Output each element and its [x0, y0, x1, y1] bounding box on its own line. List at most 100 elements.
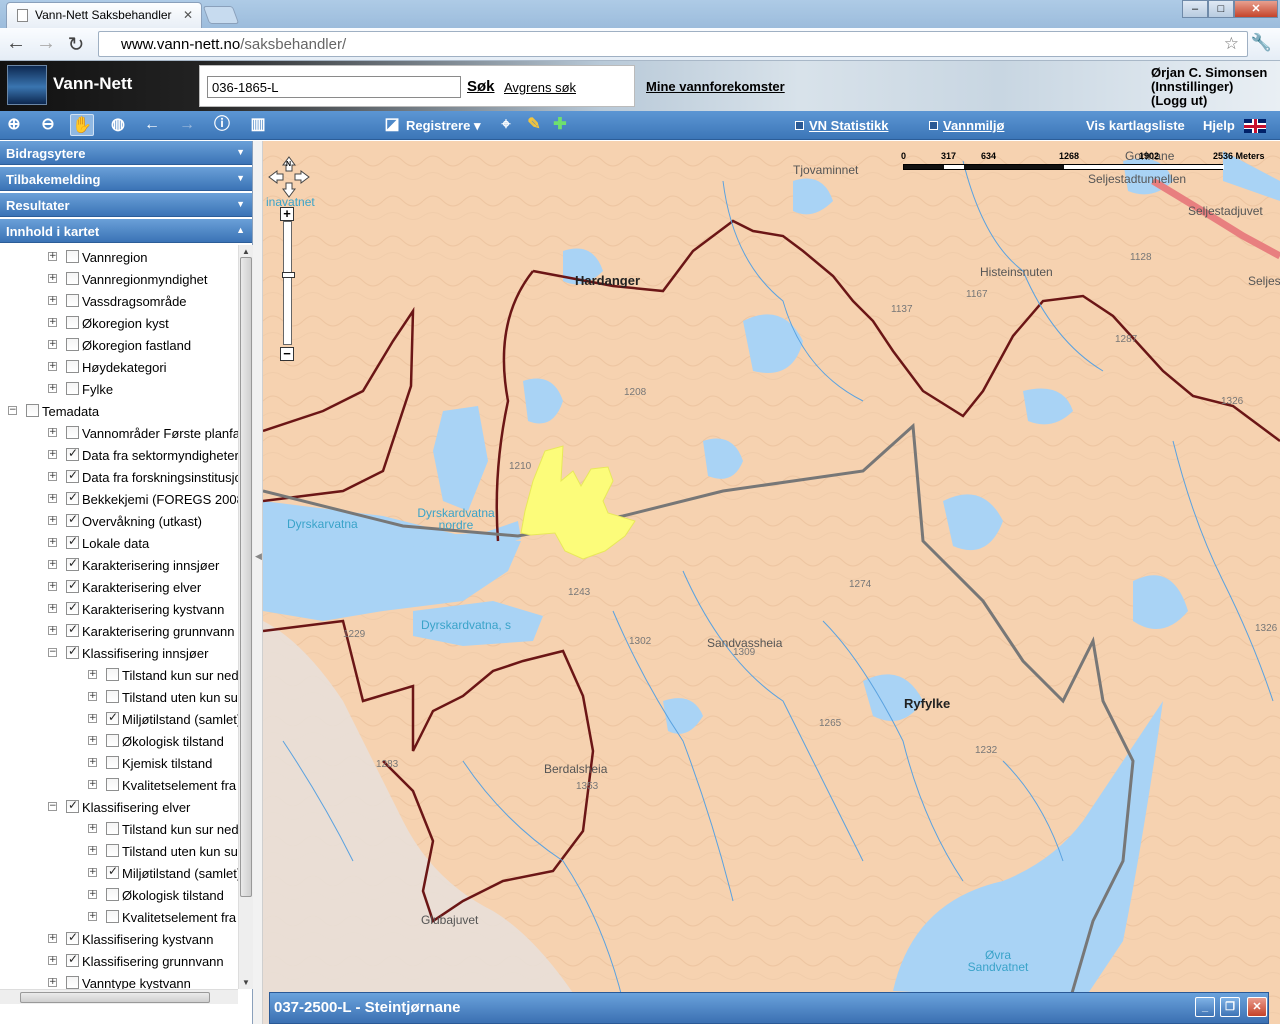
tree-node[interactable]: + Overvåkning (utkast)	[0, 511, 238, 533]
refine-search-link[interactable]: Avgrens søk	[504, 80, 576, 95]
expand-icon[interactable]: +	[48, 626, 57, 635]
expand-icon[interactable]: +	[48, 582, 57, 591]
expand-icon[interactable]: +	[88, 736, 97, 745]
layer-checkbox[interactable]	[106, 910, 119, 923]
expand-icon[interactable]: +	[48, 978, 57, 987]
panel-header[interactable]: Innhold i kartet ▲	[0, 219, 252, 243]
pan-arrows-icon[interactable]: N	[267, 155, 311, 199]
tree-node[interactable]: + Data fra forskningsinstitusjoner	[0, 467, 238, 489]
layer-checkbox[interactable]	[66, 294, 79, 307]
address-bar[interactable]: www.vann-nett.no/saksbehandler/ ☆	[98, 31, 1248, 57]
expand-icon[interactable]: +	[88, 692, 97, 701]
layer-checkbox[interactable]	[66, 490, 79, 505]
help-link[interactable]: Hjelp	[1203, 118, 1235, 133]
tree-node[interactable]: + Vannregionmyndighet	[0, 269, 238, 291]
layer-checkbox[interactable]	[66, 272, 79, 285]
expand-icon[interactable]: +	[88, 912, 97, 921]
tab-close-icon[interactable]: ✕	[183, 8, 193, 22]
settings-link[interactable]: (Innstillinger)	[1151, 80, 1267, 94]
layer-checkbox[interactable]	[66, 556, 79, 571]
tree-node[interactable]: + Kvalitetselement fra	[0, 907, 238, 929]
layer-checkbox[interactable]	[66, 338, 79, 351]
english-flag-icon[interactable]	[1244, 119, 1266, 133]
previous-extent-icon[interactable]: ←	[140, 114, 164, 136]
tree-node[interactable]: + Lokale data	[0, 533, 238, 555]
expand-icon[interactable]: +	[48, 450, 57, 459]
tree-node[interactable]: + Økologisk tilstand	[0, 731, 238, 753]
layer-checkbox[interactable]	[66, 644, 79, 659]
expand-icon[interactable]: +	[88, 846, 97, 855]
expand-icon[interactable]: +	[88, 890, 97, 899]
zoom-out-icon[interactable]: ⊖	[36, 114, 60, 136]
new-tab-button[interactable]	[202, 6, 240, 24]
expand-icon[interactable]: +	[48, 318, 57, 327]
expand-icon[interactable]: +	[48, 384, 57, 393]
panel-splitter[interactable]: ◀	[253, 141, 263, 1024]
expand-icon[interactable]: +	[88, 868, 97, 877]
layer-checkbox[interactable]	[66, 622, 79, 637]
zoom-rail[interactable]	[282, 221, 295, 345]
tree-node[interactable]: + Klassifisering kystvann	[0, 929, 238, 951]
layer-checkbox[interactable]	[66, 426, 79, 439]
search-button[interactable]: Søk	[467, 78, 495, 95]
reload-icon[interactable]: ↻	[64, 32, 88, 57]
tree-node[interactable]: + Kvalitetselement fra	[0, 775, 238, 797]
layer-tree-horizontal-scrollbar[interactable]	[0, 989, 238, 1004]
tree-node[interactable]: + Klassifisering grunnvann	[0, 951, 238, 973]
tree-node[interactable]: − Temadata	[0, 401, 238, 423]
tree-node[interactable]: + Data fra sektormyndigheter	[0, 445, 238, 467]
vn-statistics-link[interactable]: VN Statistikk	[795, 118, 888, 133]
expand-icon[interactable]: +	[48, 252, 57, 261]
minimize-button[interactable]: –	[1182, 0, 1208, 18]
tree-node[interactable]: + Økoregion kyst	[0, 313, 238, 335]
tree-node[interactable]: + Karakterisering elver	[0, 577, 238, 599]
logout-link[interactable]: (Logg ut)	[1151, 94, 1267, 108]
zoom-slider[interactable]: + −	[280, 207, 296, 361]
tree-node[interactable]: + Karakterisering grunnvann	[0, 621, 238, 643]
map-view[interactable]: Hardanger Ryfylke Tjovaminnet Histeinsnuten…	[263, 141, 1280, 1024]
panel-header[interactable]: Resultater ▼	[0, 193, 252, 217]
tree-node[interactable]: + Tilstand kun sur nedbør	[0, 665, 238, 687]
tree-node[interactable]: + Karakterisering kystvann	[0, 599, 238, 621]
collapse-arrow-icon[interactable]: ◀	[255, 551, 262, 562]
layer-checkbox[interactable]	[66, 468, 79, 483]
panel-header[interactable]: Tilbakemelding ▼	[0, 167, 252, 191]
full-extent-globe-icon[interactable]: ◍	[106, 114, 130, 136]
layer-checkbox[interactable]	[66, 382, 79, 395]
bookmark-star-icon[interactable]: ☆	[1224, 34, 1239, 54]
tree-node[interactable]: + Karakterisering innsjøer	[0, 555, 238, 577]
expand-icon[interactable]: +	[48, 956, 57, 965]
tree-node[interactable]: + Økoregion fastland	[0, 335, 238, 357]
layer-tree-vertical-scrollbar[interactable]: ▲ ▼	[238, 245, 253, 989]
collapse-icon[interactable]: −	[48, 802, 57, 811]
layer-list-link[interactable]: Vis kartlagsliste	[1086, 118, 1185, 133]
register-menu[interactable]: Registrere ▾	[406, 118, 480, 134]
layer-checkbox[interactable]	[66, 798, 79, 813]
tree-node[interactable]: + Miljøtilstand (samlet)	[0, 709, 238, 731]
vannmiljo-link[interactable]: Vannmiljø	[929, 118, 1004, 133]
maximize-button[interactable]: □	[1208, 0, 1234, 18]
pan-control[interactable]: N	[267, 155, 311, 199]
select-feature-icon[interactable]: ⌖	[494, 114, 518, 136]
expand-icon[interactable]: +	[48, 560, 57, 569]
layer-checkbox[interactable]	[66, 578, 79, 593]
layer-checkbox[interactable]	[106, 778, 119, 791]
layer-checkbox[interactable]	[106, 864, 119, 879]
layer-checkbox[interactable]	[66, 446, 79, 461]
scroll-down-arrow-icon[interactable]: ▼	[242, 978, 250, 987]
my-water-bodies-link[interactable]: Mine vannforekomster	[646, 79, 785, 94]
layer-checkbox[interactable]	[66, 930, 79, 945]
measure-ruler-icon[interactable]: ▥	[246, 114, 270, 136]
layer-checkbox[interactable]	[66, 512, 79, 527]
identify-info-icon[interactable]: ⓘ	[210, 114, 234, 136]
slider-zoom-in-button[interactable]: +	[280, 207, 294, 221]
layer-checkbox[interactable]	[106, 822, 119, 835]
layer-checkbox[interactable]	[66, 250, 79, 263]
pan-hand-icon[interactable]: ✋	[70, 114, 94, 136]
layer-checkbox[interactable]	[26, 404, 39, 417]
tree-node[interactable]: + Tilstand uten kun sur nedbør	[0, 687, 238, 709]
layer-checkbox[interactable]	[106, 668, 119, 681]
layer-checkbox[interactable]	[66, 316, 79, 329]
zoom-knob[interactable]	[282, 272, 295, 278]
layer-checkbox[interactable]	[106, 844, 119, 857]
